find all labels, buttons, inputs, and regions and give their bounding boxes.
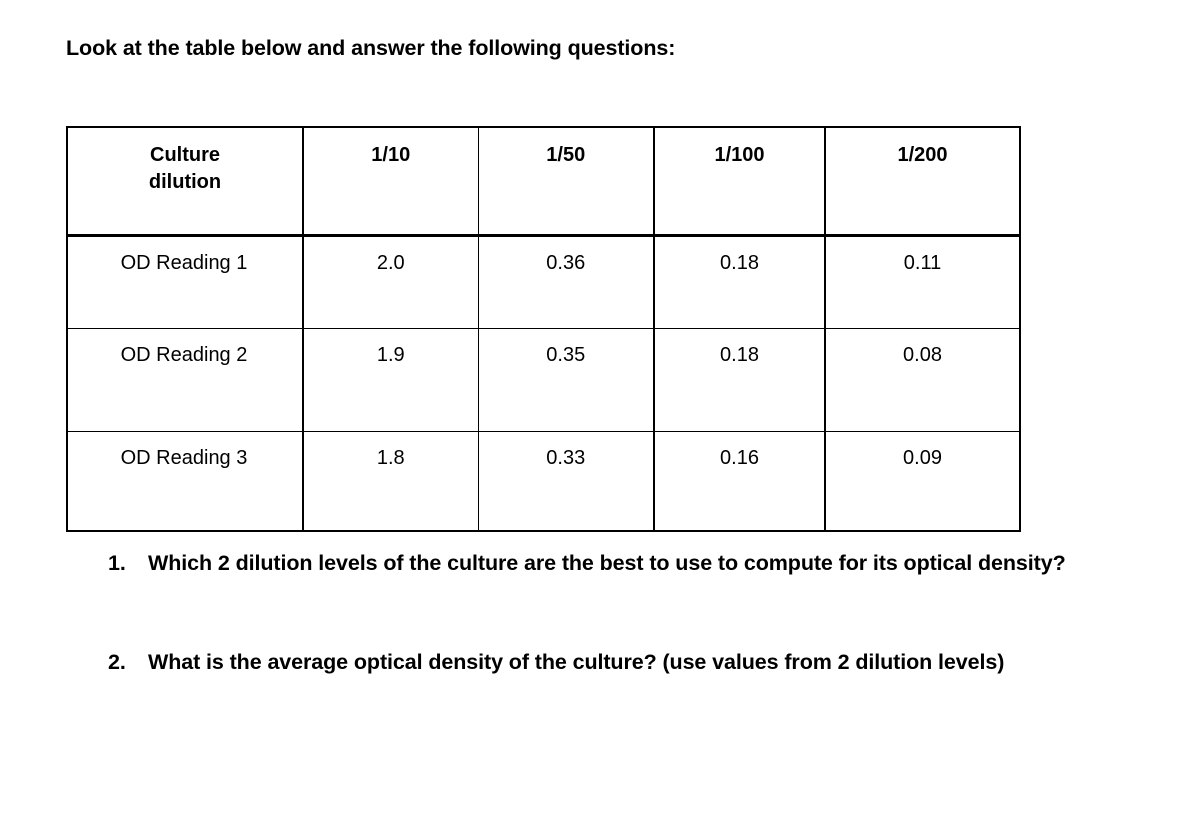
od-readings-table-container: Culture dilution 1/10 1/50 1/100 1/200 O… (66, 126, 1021, 532)
cell-od2-1-50: 0.35 (477, 328, 655, 432)
column-header-culture-dilution: Culture dilution (66, 126, 304, 237)
question-2-number: 2. (108, 649, 126, 674)
table-header-row: Culture dilution 1/10 1/50 1/100 1/200 (66, 126, 1021, 237)
question-1-text: Which 2 dilution levels of the culture a… (148, 551, 1066, 575)
table-row: OD Reading 3 1.8 0.33 0.16 0.09 (66, 431, 1021, 532)
page-title: Look at the table below and answer the f… (66, 36, 676, 60)
od-readings-table: Culture dilution 1/10 1/50 1/100 1/200 O… (66, 126, 1021, 532)
cell-od1-1-200: 0.11 (824, 235, 1021, 329)
cell-od1-1-50: 0.36 (477, 235, 655, 329)
document-page: Look at the table below and answer the f… (0, 0, 1200, 829)
question-2-text: What is the average optical density of t… (148, 649, 1005, 674)
question-item-1: 1. Which 2 dilution levels of the cultur… (108, 548, 1098, 579)
cell-od1-1-10: 2.0 (302, 235, 479, 329)
cell-od1-1-100: 0.18 (653, 235, 826, 329)
cell-od2-1-10: 1.9 (302, 328, 479, 432)
row-label-od-reading-2: OD Reading 2 (66, 328, 304, 432)
table-row: OD Reading 2 1.9 0.35 0.18 0.08 (66, 328, 1021, 432)
column-header-dilution-1-200: 1/200 (824, 126, 1021, 237)
column-header-dilution-1-10: 1/10 (302, 126, 479, 237)
table-row: OD Reading 1 2.0 0.36 0.18 0.11 (66, 235, 1021, 329)
cell-od3-1-200: 0.09 (824, 431, 1021, 532)
row-label-od-reading-3: OD Reading 3 (66, 431, 304, 532)
cell-od2-1-100: 0.18 (653, 328, 826, 432)
question-item-2: 2. What is the average optical density o… (108, 647, 1098, 678)
column-header-dilution-1-100: 1/100 (653, 126, 826, 237)
column-header-dilution-1-50: 1/50 (477, 126, 655, 237)
culture-dilution-line2: dilution (148, 170, 222, 193)
cell-od2-1-200: 0.08 (824, 328, 1021, 432)
row-label-od-reading-1: OD Reading 1 (66, 235, 304, 329)
cell-od3-1-10: 1.8 (302, 431, 479, 532)
cell-od3-1-50: 0.33 (477, 431, 655, 532)
cell-od3-1-100: 0.16 (653, 431, 826, 532)
culture-dilution-line1: Culture (150, 144, 220, 166)
question-1-number: 1. (108, 551, 126, 575)
questions-list: 1. Which 2 dilution levels of the cultur… (108, 548, 1098, 677)
